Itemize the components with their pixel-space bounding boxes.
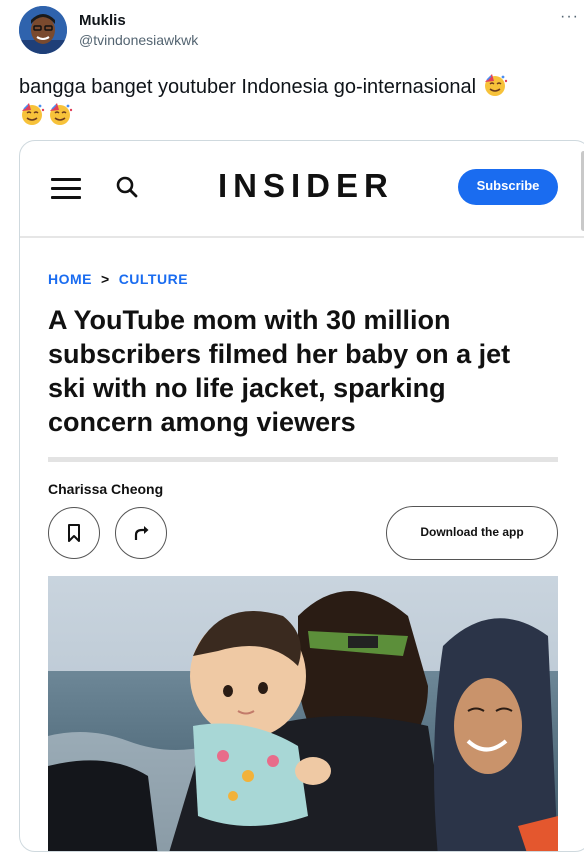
insider-header: INSIDER Subscribe (20, 141, 584, 238)
bookmark-icon (67, 523, 80, 542)
avatar[interactable] (19, 6, 67, 54)
partying-face-emoji (22, 103, 45, 125)
breadcrumb-culture[interactable]: CULTURE (119, 271, 188, 287)
tweet-text: bangga banget youtuber Indonesia go-inte… (19, 72, 579, 130)
menu-icon[interactable] (51, 178, 81, 200)
article-photo (48, 576, 558, 851)
tweet-media-image[interactable]: INSIDER Subscribe HOME > CULTURE A YouTube… (19, 140, 584, 852)
divider (48, 457, 558, 462)
bookmark-button[interactable] (48, 507, 100, 559)
breadcrumb-separator: > (101, 271, 110, 287)
download-app-button[interactable]: Download the app (386, 506, 558, 560)
insider-logo[interactable]: INSIDER (218, 167, 394, 205)
breadcrumb-home[interactable]: HOME (48, 271, 92, 287)
more-icon[interactable]: ··· (560, 8, 579, 26)
share-button[interactable] (115, 507, 167, 559)
article-headline: A YouTube mom with 30 million subscriber… (48, 305, 511, 437)
search-icon[interactable] (115, 175, 139, 199)
subscribe-button[interactable]: Subscribe (458, 169, 558, 205)
breadcrumb: HOME > CULTURE (48, 271, 188, 287)
display-name[interactable]: Muklis (79, 12, 126, 29)
tweet-body: bangga banget youtuber Indonesia go-inte… (19, 76, 477, 98)
partying-face-emoji (484, 74, 507, 96)
partying-face-emoji (50, 103, 73, 125)
user-handle[interactable]: @tvindonesiawkwk (79, 32, 198, 48)
article-author[interactable]: Charissa Cheong (48, 481, 163, 497)
tweet: Muklis @tvindonesiawkwk ··· bangga bange… (0, 0, 584, 852)
share-arrow-icon (134, 525, 148, 540)
